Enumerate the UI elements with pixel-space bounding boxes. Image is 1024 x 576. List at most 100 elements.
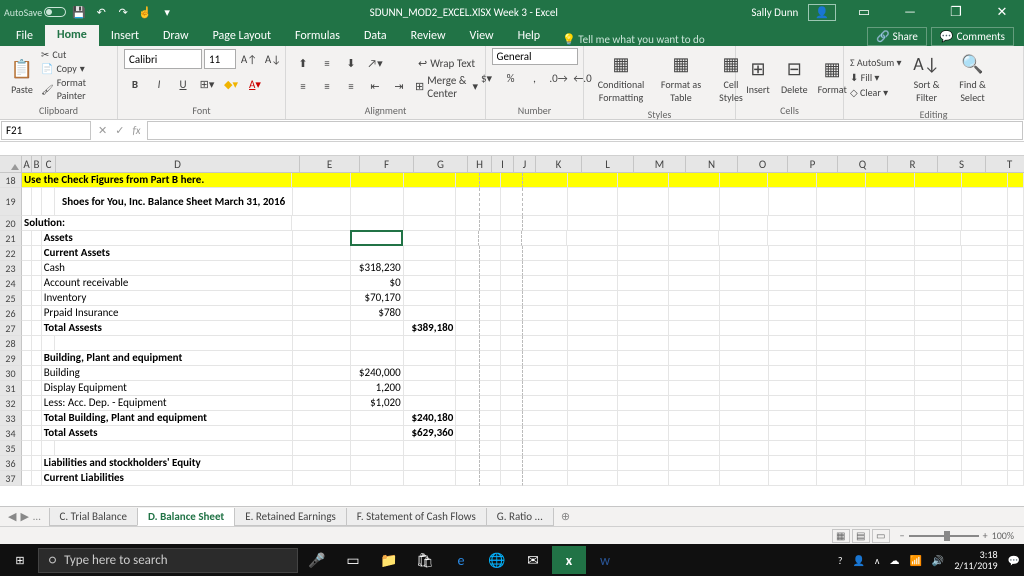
cell[interactable]: Solution: <box>22 216 292 231</box>
cell[interactable] <box>55 441 292 456</box>
cell[interactable] <box>568 188 619 216</box>
redo-icon[interactable]: ↷ <box>114 3 132 21</box>
cell[interactable] <box>480 351 502 366</box>
cell[interactable] <box>769 188 818 216</box>
cell[interactable]: Assets <box>42 231 293 246</box>
cell[interactable] <box>866 441 915 456</box>
cell[interactable]: Less: Acc. Dep. - Equipment <box>42 396 293 411</box>
cell[interactable] <box>720 381 769 396</box>
cell[interactable] <box>32 351 42 366</box>
cell[interactable] <box>769 411 818 426</box>
cell[interactable] <box>293 188 351 216</box>
cell[interactable]: $240,000 <box>351 366 404 381</box>
cell[interactable]: Cash <box>42 261 293 276</box>
cell[interactable] <box>32 366 42 381</box>
column-header-Q[interactable]: Q <box>838 156 888 173</box>
cell[interactable] <box>523 173 568 188</box>
cell[interactable] <box>769 321 818 336</box>
cell[interactable] <box>669 456 720 471</box>
cell[interactable] <box>915 321 962 336</box>
cell[interactable] <box>669 351 720 366</box>
column-header-G[interactable]: G <box>414 156 468 173</box>
cell[interactable] <box>32 291 42 306</box>
cell[interactable] <box>523 246 568 261</box>
cell[interactable] <box>866 216 915 231</box>
save-icon[interactable]: 💾 <box>70 3 88 21</box>
cortana-icon[interactable]: 🎤 <box>300 546 334 574</box>
cell[interactable] <box>769 366 818 381</box>
column-header-S[interactable]: S <box>938 156 986 173</box>
cell[interactable] <box>32 231 42 246</box>
cell[interactable]: Building <box>42 366 293 381</box>
cell[interactable] <box>817 471 866 486</box>
orientation-icon[interactable]: ↗▾ <box>364 53 386 75</box>
cell[interactable] <box>404 276 457 291</box>
cell[interactable] <box>480 173 502 188</box>
start-button[interactable]: ⊞ <box>4 554 36 567</box>
cell[interactable] <box>1008 231 1024 246</box>
cell[interactable] <box>456 291 479 306</box>
cell[interactable] <box>523 276 568 291</box>
cell[interactable] <box>817 246 866 261</box>
cell[interactable] <box>32 471 42 486</box>
cell[interactable] <box>22 441 32 456</box>
cell[interactable] <box>720 173 769 188</box>
cell[interactable] <box>501 471 523 486</box>
cell[interactable] <box>501 173 523 188</box>
cell[interactable] <box>22 426 32 441</box>
cell[interactable] <box>351 188 404 216</box>
cell[interactable]: Total Building, Plant and equipment <box>42 411 293 426</box>
cell[interactable] <box>669 471 720 486</box>
cell[interactable] <box>720 216 769 231</box>
cell[interactable] <box>523 426 568 441</box>
cell[interactable] <box>618 426 669 441</box>
cell[interactable] <box>32 456 42 471</box>
increase-indent-icon[interactable]: ⇥ <box>388 76 410 98</box>
column-header-O[interactable]: O <box>738 156 788 173</box>
notifications-icon[interactable]: 💬 <box>1008 554 1020 567</box>
cell[interactable] <box>769 336 818 351</box>
cell[interactable] <box>1008 291 1024 306</box>
cell[interactable] <box>480 396 502 411</box>
cell[interactable] <box>769 381 818 396</box>
cell[interactable]: $0 <box>351 276 404 291</box>
delete-cells-button[interactable]: ⊟Delete <box>778 53 811 98</box>
cancel-formula-icon[interactable]: ✕ <box>98 124 107 137</box>
cell[interactable] <box>22 351 32 366</box>
cell[interactable]: Display Equipment <box>42 381 293 396</box>
cell[interactable] <box>720 276 769 291</box>
cell[interactable] <box>501 216 523 231</box>
cell[interactable] <box>618 456 669 471</box>
cell[interactable] <box>568 276 619 291</box>
tab-page-layout[interactable]: Page Layout <box>201 26 283 46</box>
align-center-icon[interactable]: ≡ <box>316 76 338 98</box>
cell[interactable] <box>293 306 351 321</box>
cell[interactable] <box>1008 173 1024 188</box>
cell[interactable] <box>669 336 720 351</box>
cell[interactable] <box>293 261 351 276</box>
cell[interactable] <box>1008 456 1024 471</box>
cell[interactable] <box>22 188 32 216</box>
cell[interactable] <box>403 231 456 246</box>
cell[interactable] <box>32 336 42 351</box>
cell[interactable] <box>568 411 619 426</box>
copy-button[interactable]: 📄 Copy ▾ <box>41 62 111 75</box>
cell[interactable] <box>866 456 915 471</box>
column-header-T[interactable]: T <box>986 156 1024 173</box>
cell[interactable] <box>618 231 669 246</box>
wrap-text-button[interactable]: ↩ Wrap Text <box>414 53 479 75</box>
cell[interactable] <box>817 456 866 471</box>
cell[interactable] <box>618 381 669 396</box>
cell[interactable] <box>962 321 1009 336</box>
cell[interactable] <box>669 261 720 276</box>
cell[interactable] <box>866 261 915 276</box>
cell[interactable] <box>523 216 568 231</box>
column-header-C[interactable]: C <box>42 156 56 173</box>
sheet-nav-next-icon[interactable]: ▶ <box>20 510 28 523</box>
cell[interactable] <box>480 261 502 276</box>
cell[interactable] <box>501 231 523 246</box>
cell[interactable] <box>1008 381 1024 396</box>
cell[interactable] <box>501 276 523 291</box>
cell[interactable] <box>523 351 568 366</box>
cell[interactable] <box>501 336 523 351</box>
